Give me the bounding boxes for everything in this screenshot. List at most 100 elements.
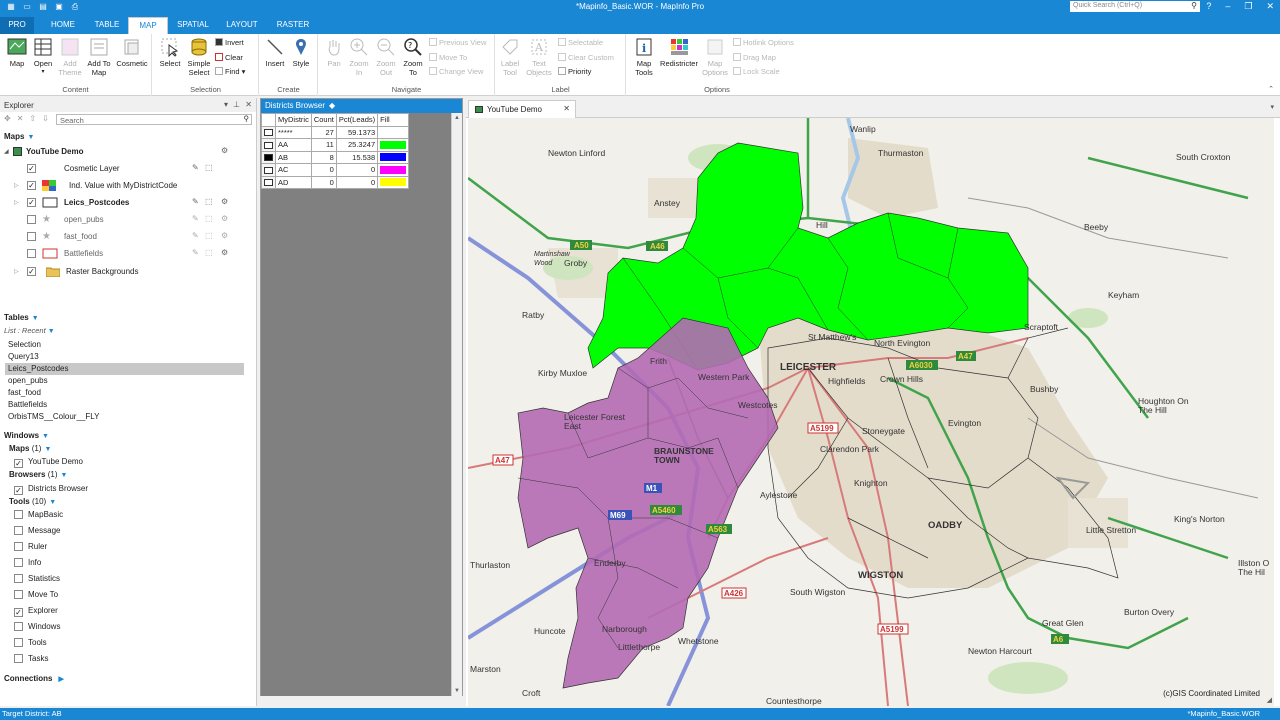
pct-cell[interactable]: 0 (335, 175, 379, 189)
pct-cell[interactable]: 15.538 (335, 150, 379, 164)
map-tools-button[interactable]: i Map Tools (631, 37, 657, 77)
tool-checkbox[interactable] (14, 654, 23, 663)
district-cell[interactable]: AB (275, 150, 312, 164)
zoom-in-button[interactable]: Zoom In (347, 37, 371, 77)
close-icon[interactable]: ✕ (563, 104, 570, 113)
windows-section-header[interactable]: Windows ▼ (4, 431, 49, 440)
edit-pencil-icon[interactable]: ✎ (192, 197, 199, 206)
layer-fast-food[interactable]: ★ fast_food ✎ ⬚ ⚙ (0, 229, 256, 245)
scroll-down-icon[interactable]: ▼ (454, 688, 460, 694)
tool-item[interactable]: Windows (14, 622, 60, 631)
priority-button[interactable]: Priority (558, 67, 591, 76)
chevron-down-icon[interactable]: ▾ (1270, 103, 1274, 111)
column-header[interactable]: MyDistric (275, 113, 312, 127)
table-row[interactable]: AC 0 0 (261, 163, 410, 177)
search-icon[interactable]: ⚲ (1191, 1, 1197, 10)
tool-item[interactable]: ✓ Explorer (14, 606, 58, 617)
count-cell[interactable]: 27 (310, 125, 337, 139)
browser-titlebar[interactable]: Districts Browser ◆ (261, 99, 462, 113)
row-selector[interactable] (261, 150, 276, 164)
window-item-map[interactable]: ✓ YouTube Demo (14, 457, 83, 468)
pin-icon[interactable]: ◆ (329, 101, 335, 110)
move-up-icon[interactable]: ⇧ (29, 114, 36, 123)
tab-spatial[interactable]: SPATIAL (170, 17, 216, 34)
tab-youtube-demo[interactable]: YouTube Demo ✕ (468, 100, 576, 118)
fill-cell[interactable] (377, 163, 410, 177)
drag-map-button[interactable]: Drag Map (733, 53, 776, 62)
edit-pencil-icon[interactable]: ✎ (192, 163, 199, 172)
district-cell[interactable]: AD (275, 175, 312, 189)
tool-item[interactable]: Info (14, 558, 41, 567)
tab-table[interactable]: TABLE (86, 17, 128, 34)
zoom-to-button[interactable]: ? Zoom To (401, 37, 425, 77)
window-item-browser[interactable]: ✓ Districts Browser (14, 484, 88, 495)
add-to-map-button[interactable]: Add To Map (86, 37, 112, 77)
count-cell[interactable]: 8 (310, 150, 337, 164)
label-layer-icon[interactable]: ⚙ (221, 248, 228, 257)
chevron-down-icon[interactable]: ▼ (32, 315, 39, 322)
select-all-cell[interactable] (261, 113, 276, 127)
table-row[interactable]: AA 11 25.3247 (261, 138, 410, 152)
count-cell[interactable]: 0 (310, 163, 337, 177)
layer-cosmetic[interactable]: ✓ Cosmetic Layer ✎ ⬚ (0, 161, 256, 177)
fill-cell[interactable] (377, 175, 410, 189)
tool-checkbox[interactable] (14, 638, 23, 647)
minimize-icon[interactable]: – (1225, 1, 1230, 12)
find-button[interactable]: Find ▾ (215, 67, 245, 76)
scroll-up-icon[interactable]: ▲ (454, 115, 460, 121)
fill-cell[interactable] (377, 125, 410, 139)
selectable-layer-icon[interactable]: ⬚ (205, 231, 213, 240)
move-to-button[interactable]: Move To (429, 53, 467, 62)
search-icon[interactable]: ⚲ (244, 114, 250, 123)
layer-visibility-checkbox[interactable] (27, 249, 36, 258)
connections-section-header[interactable]: Connections ▶ (4, 674, 64, 683)
add-theme-button[interactable]: Add Theme (58, 37, 82, 77)
district-cell[interactable]: AC (275, 163, 312, 177)
collapse-icon[interactable]: ◢ (4, 148, 9, 155)
tool-checkbox[interactable] (14, 558, 23, 567)
windows-maps-group[interactable]: Maps (1) ▼ (9, 444, 51, 453)
row-selector[interactable] (261, 163, 276, 177)
close-icon[interactable]: ✕ (1266, 1, 1274, 12)
tab-raster[interactable]: RASTER (270, 17, 316, 34)
move-down-icon[interactable]: ⇩ (42, 114, 49, 123)
tool-item[interactable]: Message (14, 526, 60, 535)
label-tool-button[interactable]: Label Tool (498, 37, 522, 77)
table-item[interactable]: OrbisTMS__Colour__FLY (8, 412, 99, 421)
edit-pencil-icon[interactable]: ✎ (192, 214, 199, 223)
tab-layout[interactable]: LAYOUT (220, 17, 264, 34)
tool-checkbox[interactable] (14, 590, 23, 599)
map-canvas[interactable]: A50 A46 A6030 A47 A5199 A47 M1 M69 A5460… (468, 118, 1274, 706)
label-layer-icon[interactable]: ⚙ (221, 197, 228, 206)
selectable-layer-icon[interactable]: ⬚ (205, 214, 213, 223)
map-button[interactable]: Map (6, 37, 28, 68)
pin-icon[interactable]: ⊥ (233, 100, 240, 109)
invert-button[interactable]: Invert (215, 38, 244, 47)
remove-icon[interactable]: ✕ (17, 114, 24, 123)
column-header[interactable]: Pct(Leads) (335, 113, 379, 127)
map-properties-icon[interactable]: ⚙ (221, 146, 228, 155)
windows-tools-group[interactable]: Tools (10) ▼ (9, 497, 56, 506)
tab-home[interactable]: HOME (42, 17, 84, 34)
tool-checkbox[interactable] (14, 526, 23, 535)
resize-grip-icon[interactable]: ◢ (1267, 696, 1272, 704)
tool-checkbox[interactable]: ✓ (14, 608, 23, 617)
clear-button[interactable]: Clear (215, 53, 243, 62)
tool-item[interactable]: MapBasic (14, 510, 63, 519)
tool-checkbox[interactable] (14, 510, 23, 519)
window-visibility-checkbox[interactable]: ✓ (14, 459, 23, 468)
district-cell[interactable]: ***** (275, 125, 312, 139)
table-row[interactable]: AD 0 0 (261, 175, 410, 189)
pct-cell[interactable]: 59.1373 (335, 125, 379, 139)
table-item[interactable]: fast_food (8, 388, 41, 397)
collapse-ribbon-icon[interactable]: ⌃ (1268, 85, 1274, 93)
hotlink-options-button[interactable]: Hotlink Options (733, 38, 794, 47)
close-icon[interactable]: ✕ (245, 100, 252, 109)
lock-scale-button[interactable]: Lock Scale (733, 67, 780, 76)
restore-icon[interactable]: ❐ (1244, 1, 1252, 12)
insert-button[interactable]: Insert (264, 37, 286, 68)
fill-cell[interactable] (377, 150, 410, 164)
dropdown-icon[interactable]: ▾ (224, 100, 228, 109)
tool-item[interactable]: Statistics (14, 574, 60, 583)
selectable-button[interactable]: Selectable (558, 38, 603, 47)
